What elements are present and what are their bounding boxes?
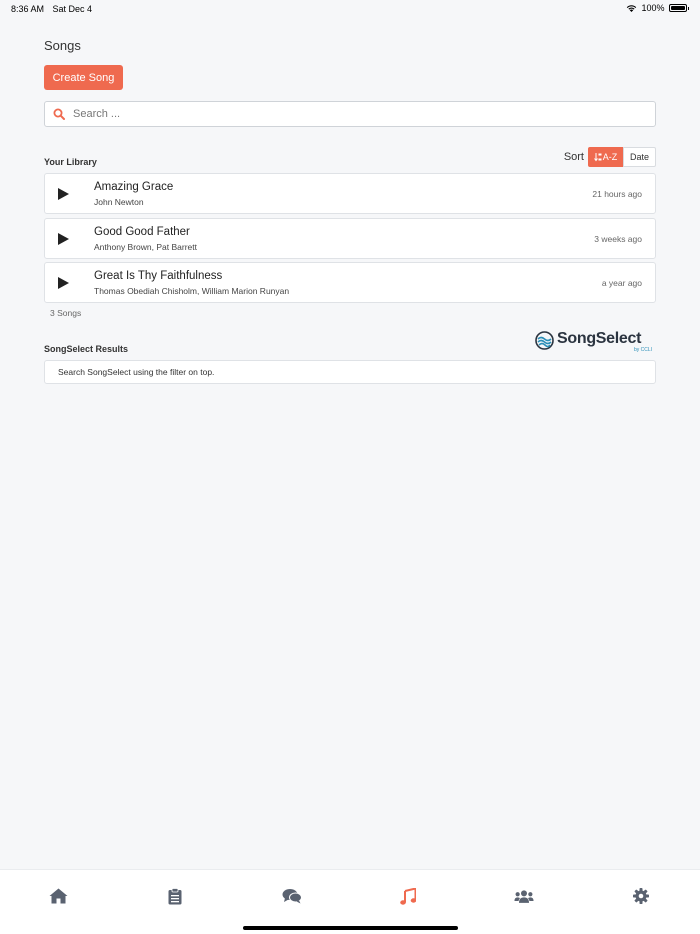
- sort-az-label: A-Z: [602, 152, 618, 162]
- play-icon[interactable]: [58, 277, 69, 289]
- song-row[interactable]: Good Good Father Anthony Brown, Pat Barr…: [44, 218, 656, 259]
- home-indicator: [243, 926, 458, 930]
- song-row[interactable]: Amazing Grace John Newton 21 hours ago: [44, 173, 656, 214]
- song-updated-time: 21 hours ago: [592, 189, 642, 199]
- tab-home[interactable]: [48, 886, 68, 906]
- play-icon[interactable]: [58, 233, 69, 245]
- home-icon: [49, 888, 67, 904]
- search-input[interactable]: [73, 108, 633, 120]
- songselect-info: Search SongSelect using the filter on to…: [44, 360, 656, 384]
- song-updated-time: 3 weeks ago: [594, 234, 642, 244]
- sort-label: Sort: [563, 151, 584, 163]
- songs-count: 3 Songs: [50, 308, 82, 318]
- battery-percent: 100%: [641, 3, 665, 13]
- search-icon: [45, 108, 73, 120]
- sort-date-button[interactable]: Date: [623, 147, 656, 167]
- songselect-logo-text: SongSelect: [557, 330, 642, 347]
- song-author: John Newton: [94, 197, 144, 207]
- tab-songs[interactable]: [398, 886, 418, 906]
- song-title: Good Good Father: [94, 226, 190, 238]
- songselect-logo: SongSelect by CCLI: [535, 330, 656, 354]
- status-date: Sat Dec 4: [52, 4, 93, 14]
- sort-az-button[interactable]: A-Z: [588, 147, 623, 167]
- clipboard-icon: [168, 887, 182, 904]
- play-icon[interactable]: [58, 188, 69, 200]
- chat-icon: [282, 889, 302, 904]
- sort-icon: [593, 152, 602, 161]
- songselect-logo-sub: by CCLI: [633, 347, 652, 353]
- tab-team[interactable]: [514, 886, 534, 906]
- library-label: Your Library: [44, 157, 97, 167]
- song-author: Thomas Obediah Chisholm, William Marion …: [94, 286, 290, 296]
- gear-icon: [633, 888, 649, 904]
- songselect-wave-icon: [535, 331, 554, 350]
- tab-bar: [0, 869, 700, 934]
- tab-settings[interactable]: [631, 886, 651, 906]
- battery-icon: [668, 4, 687, 12]
- song-author: Anthony Brown, Pat Barrett: [94, 242, 197, 252]
- song-title: Amazing Grace: [94, 181, 174, 193]
- sort-control: Sort A-Z Date: [564, 147, 656, 167]
- users-icon: [514, 889, 534, 903]
- status-bar: 8:36 AM Sat Dec 4 100%: [0, 0, 700, 18]
- tab-messages[interactable]: [282, 886, 302, 906]
- wifi-icon: [627, 5, 637, 12]
- create-song-button[interactable]: Create Song: [44, 65, 123, 90]
- music-icon: [400, 887, 416, 905]
- page-title: Songs: [44, 38, 81, 53]
- search-field[interactable]: [44, 101, 656, 127]
- battery-tip: [687, 6, 689, 10]
- song-updated-time: a year ago: [601, 278, 642, 288]
- status-time: 8:36 AM: [11, 4, 45, 14]
- song-title: Great Is Thy Faithfulness: [94, 270, 223, 282]
- song-row[interactable]: Great Is Thy Faithfulness Thomas Obediah…: [44, 262, 656, 303]
- tab-plans[interactable]: [165, 886, 185, 906]
- songselect-label: SongSelect Results: [44, 344, 129, 354]
